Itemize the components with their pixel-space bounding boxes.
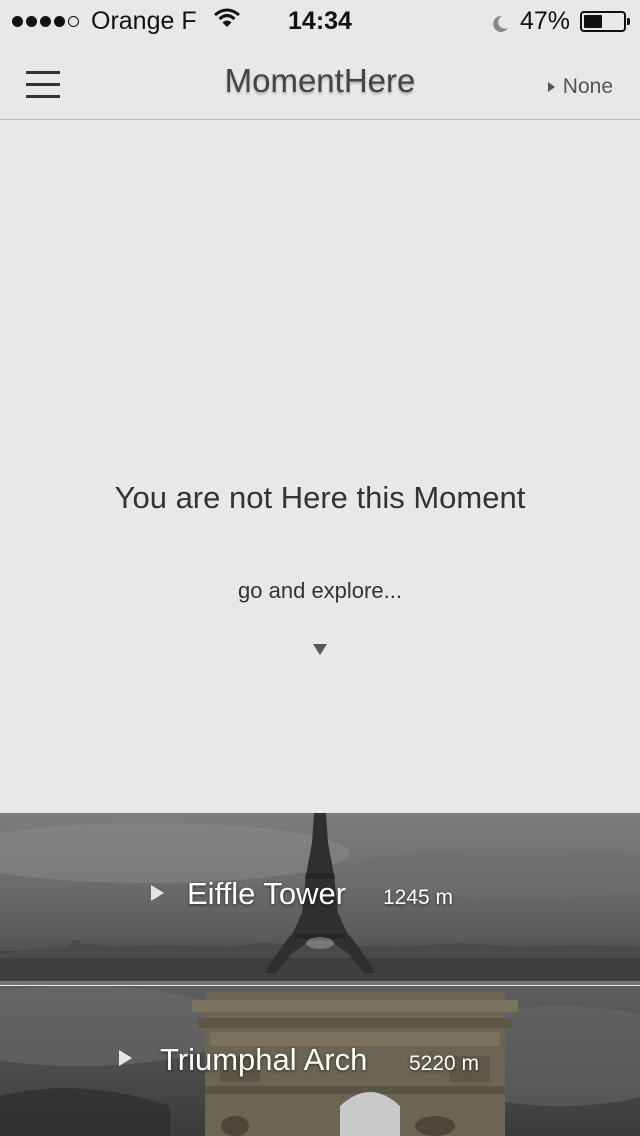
place-distance: 5220 m bbox=[409, 1052, 480, 1075]
place-name: Triumphal Arch bbox=[160, 1042, 368, 1077]
place-card-triumphal-arch[interactable]: Triumphal Arch 5220 m bbox=[0, 986, 640, 1136]
app-title: MomentHere bbox=[224, 62, 416, 99]
explore-prompt[interactable]: go and explore... bbox=[0, 578, 640, 604]
navigation-bar: MomentHere None bbox=[0, 40, 640, 120]
battery-icon bbox=[580, 11, 630, 32]
play-triangle-icon bbox=[151, 885, 164, 901]
do-not-disturb-moon-icon bbox=[490, 12, 510, 32]
place-card-eiffel-tower[interactable]: Eiffle Tower 1245 m bbox=[0, 813, 640, 985]
play-triangle-icon bbox=[119, 1050, 132, 1066]
app-screen: Orange F 14:34 47% MomentHere None You a… bbox=[0, 0, 640, 1136]
status-bar: Orange F 14:34 47% bbox=[0, 0, 640, 40]
play-triangle-icon bbox=[547, 82, 555, 92]
battery-level-fill bbox=[584, 15, 602, 28]
place-distance: 1245 m bbox=[383, 886, 454, 909]
battery-percent: 47% bbox=[519, 7, 570, 35]
status-right: 47% bbox=[490, 7, 630, 36]
empty-state-title: You are not Here this Moment bbox=[114, 480, 526, 515]
filter-selector-label: None bbox=[562, 75, 613, 98]
triangle-down-icon bbox=[313, 644, 327, 655]
place-name: Eiffle Tower bbox=[187, 876, 347, 911]
filter-selector[interactable]: None bbox=[547, 75, 613, 99]
